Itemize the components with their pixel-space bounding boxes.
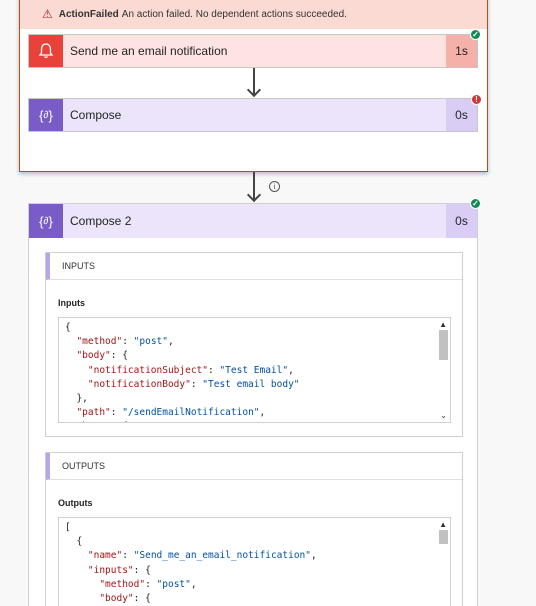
action-duration: 1s	[446, 35, 477, 67]
error-title: ActionFailed	[58, 8, 119, 20]
outputs-label: Outputs	[58, 498, 93, 508]
inputs-label: Inputs	[58, 298, 85, 308]
code-line: {	[65, 536, 83, 548]
outputs-code[interactable]: [ { "name": "Send_me_an_email_notificati…	[59, 518, 450, 606]
action-compose-2: {∂} Compose 2 0s INPUTS Inputs { "method…	[28, 203, 478, 606]
scrollbar-thumb[interactable]	[439, 330, 448, 360]
compose-icon: {∂}	[29, 204, 63, 238]
error-badge-icon: !	[471, 94, 482, 105]
warning-icon: ⚠	[42, 7, 53, 21]
bell-icon	[29, 35, 63, 67]
inputs-header[interactable]: INPUTS	[46, 253, 462, 280]
code-line: "host": {	[65, 421, 128, 422]
arrow-head	[246, 187, 262, 203]
check-badge-icon: ✓	[470, 29, 481, 40]
check-badge-icon: ✓	[470, 198, 481, 209]
outputs-header[interactable]: OUTPUTS	[46, 453, 462, 480]
code-line: "notificationSubject": "Test Email",	[87, 364, 294, 376]
code-line: "inputs": {	[87, 564, 151, 576]
compose-icon: {∂}	[29, 99, 63, 131]
code-line: "method": "post",	[99, 578, 197, 590]
info-icon[interactable]: i	[269, 181, 280, 192]
code-line: "body": {	[76, 350, 128, 362]
scroll-down-icon[interactable]: ⌄	[440, 411, 447, 420]
action-title: Compose 2	[70, 214, 132, 228]
code-line: "notificationBody": "Test email body"	[87, 378, 300, 390]
scrollbar-thumb[interactable]	[439, 530, 448, 544]
code-line: {	[65, 322, 71, 333]
code-line: [	[65, 522, 71, 533]
inputs-code[interactable]: { "method": "post", "body": { "notificat…	[59, 318, 450, 422]
code-line: "name": "Send_me_an_email_notification",	[87, 550, 317, 562]
code-line: },	[65, 393, 88, 405]
inputs-code-box[interactable]: { "method": "post", "body": { "notificat…	[58, 317, 451, 423]
scroll-up-icon[interactable]: ▲	[439, 320, 447, 329]
error-message: An action failed. No dependent actions s…	[121, 8, 347, 20]
compose-2-header[interactable]: {∂} Compose 2 0s	[29, 204, 477, 238]
inputs-section: INPUTS Inputs { "method": "post", "body"…	[45, 252, 463, 437]
outputs-section: OUTPUTS Outputs [ { "name": "Send_me_an_…	[45, 452, 463, 606]
action-duration: 0s	[446, 204, 477, 238]
action-send-email[interactable]: Send me an email notification 1s	[28, 34, 478, 68]
outputs-code-box[interactable]: [ { "name": "Send_me_an_email_notificati…	[58, 517, 451, 606]
code-line: "path": "/sendEmailNotification",	[76, 407, 266, 419]
error-banner: ⚠ ActionFailed An action failed. No depe…	[20, 0, 487, 29]
action-title: Send me an email notification	[70, 44, 228, 58]
action-compose[interactable]: {∂} Compose 0s	[28, 98, 478, 132]
action-title: Compose	[70, 108, 122, 122]
scroll-up-icon[interactable]: ▲	[439, 520, 447, 529]
code-line: "method": "post",	[76, 336, 174, 348]
code-line: "body": {	[99, 593, 151, 605]
